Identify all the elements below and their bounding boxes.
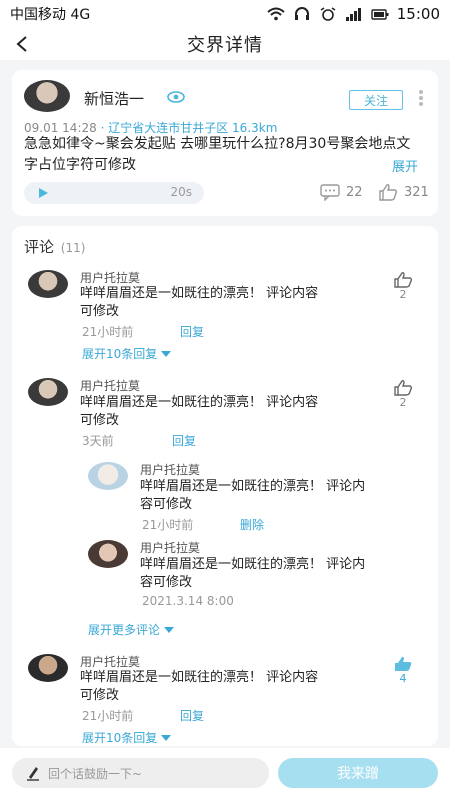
battery-icon (371, 9, 389, 20)
thumbs-up-filled-icon (395, 656, 412, 671)
signal-icon (345, 8, 361, 21)
caret-down-icon (161, 350, 172, 357)
thumbs-up-icon (394, 272, 413, 288)
post-content: 急急如律令~聚会发起贴 去哪里玩什么拉?8月30号聚会地点文字占位字符可修改 (24, 136, 411, 173)
like-count-stat[interactable]: 321 (378, 183, 429, 201)
reply-button[interactable]: 回复 (180, 323, 204, 340)
audio-player[interactable]: 20s (24, 182, 204, 204)
comment-icon (320, 184, 340, 201)
comment-input-placeholder: 回个话鼓励一下~ (48, 766, 143, 781)
comment-text-line1: 咩咩眉眉还是一如既往的漂亮！ 评论内容 (80, 670, 319, 685)
reply-button[interactable]: 回复 (172, 432, 196, 449)
reply-avatar[interactable] (88, 540, 128, 568)
comment-like-button[interactable]: 4 (392, 656, 414, 685)
comment-count-stat[interactable]: 22 (320, 183, 363, 201)
back-button[interactable] (10, 32, 34, 56)
alarm-icon (320, 7, 336, 21)
comment-like-count: 2 (399, 288, 407, 301)
post-location[interactable]: 辽宁省大连市甘井子区 16.3km (108, 121, 277, 135)
reply-author[interactable]: 用户托拉莫 (140, 461, 200, 478)
comment-input[interactable]: 回个话鼓励一下~ (12, 758, 269, 788)
reply-text-line1: 咩咩眉眉还是一如既往的漂亮！ 评论内 (140, 479, 366, 494)
comment-avatar[interactable] (28, 654, 68, 682)
comment-text-line1: 咩咩眉眉还是一如既往的漂亮！ 评论内容 (80, 395, 319, 410)
reply-author[interactable]: 用户托拉莫 (140, 539, 200, 556)
reply-bar: 回个话鼓励一下~ 我来蹭 (0, 748, 450, 800)
submit-comment-button[interactable]: 我来蹭 (278, 758, 438, 788)
delete-button[interactable]: 删除 (240, 516, 264, 533)
clock: 15:00 (396, 5, 440, 23)
reply-button[interactable]: 回复 (180, 707, 204, 724)
reply-text-line2: 容可修改 (140, 497, 193, 512)
more-comments-label: 展开更多评论 (88, 623, 161, 637)
thumbs-up-icon (394, 380, 413, 396)
comments-card: 评论 (11) 用户托拉莫 咩咩眉眉还是一如既往的漂亮！ 评论内容 可修改 21… (12, 226, 438, 746)
carrier-label: 中国移动 4G (10, 7, 91, 23)
like-count: 321 (404, 184, 429, 200)
comment-text-line2: 可修改 (80, 413, 120, 428)
post-expand-link[interactable]: 展开 (392, 156, 418, 175)
audio-duration: 20s (170, 185, 192, 199)
wifi-icon (267, 7, 285, 21)
comment-text-line2: 可修改 (80, 688, 120, 703)
comment-time: 21小时前 (82, 325, 134, 339)
comment-time: 21小时前 (82, 709, 134, 723)
comment-count: 22 (346, 184, 363, 200)
caret-down-icon (164, 626, 175, 633)
expand-replies-label: 展开10条回复 (82, 347, 158, 361)
comments-header: 评论 (11) (24, 236, 85, 257)
chevron-left-icon (16, 36, 27, 52)
headphones-icon (294, 7, 309, 20)
play-icon (39, 188, 48, 198)
more-comments-link[interactable]: 展开更多评论 (88, 621, 175, 638)
more-options-icon[interactable] (417, 88, 425, 110)
comment-text-line2: 可修改 (80, 304, 120, 319)
comment-like-count: 2 (399, 396, 407, 409)
comment-author[interactable]: 用户托拉莫 (80, 269, 140, 286)
post-datetime: 09.01 14:28 (24, 121, 97, 135)
comment-like-button[interactable]: 2 (392, 380, 414, 409)
meta-separator: · (100, 121, 105, 135)
comment-author[interactable]: 用户托拉莫 (80, 653, 140, 670)
post-author-name[interactable]: 新恒浩一 (84, 88, 144, 109)
comment-author[interactable]: 用户托拉莫 (80, 377, 140, 394)
reply-time: 2021.3.14 8:00 (142, 594, 234, 608)
post-card: 新恒浩一 关注 09.01 14:28 · 辽宁省大连市甘井子区 16.3km … (12, 70, 438, 216)
post-author-avatar[interactable] (24, 80, 70, 112)
page-title: 交界详情 (187, 35, 263, 56)
follow-button[interactable]: 关注 (349, 90, 403, 110)
comment-time: 3天前 (82, 434, 114, 448)
comment-like-count: 4 (399, 672, 407, 685)
caret-down-icon (161, 734, 172, 741)
thumbs-up-icon (379, 184, 398, 201)
nav-bar: 交界详情 (0, 28, 450, 60)
comments-title: 评论 (24, 238, 55, 256)
reply-text-line1: 咩咩眉眉还是一如既往的漂亮！ 评论内 (140, 557, 366, 572)
pen-icon (27, 767, 39, 781)
comment-avatar[interactable] (28, 270, 68, 298)
comment-text-line1: 咩咩眉眉还是一如既往的漂亮！ 评论内容 (80, 286, 319, 301)
reply-time: 21小时前 (142, 518, 194, 532)
comment-avatar[interactable] (28, 378, 68, 406)
eye-icon (167, 91, 185, 103)
expand-replies-link[interactable]: 展开10条回复 (82, 345, 172, 362)
comment-like-button[interactable]: 2 (392, 272, 414, 301)
status-bar: 中国移动 4G 15:00 (0, 0, 450, 28)
comments-count: (11) (60, 241, 86, 255)
reply-text-line2: 容可修改 (140, 575, 193, 590)
expand-replies-link[interactable]: 展开10条回复 (82, 729, 172, 746)
reply-avatar[interactable] (88, 462, 128, 490)
expand-replies-label: 展开10条回复 (82, 731, 158, 745)
